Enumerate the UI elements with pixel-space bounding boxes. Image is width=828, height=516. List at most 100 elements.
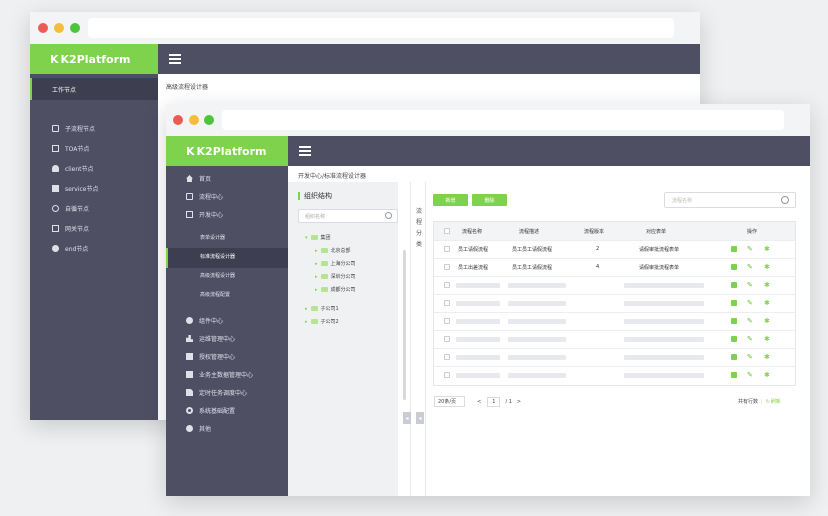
maximize-dot[interactable] [204,115,214,125]
row-checkbox[interactable] [444,372,450,378]
view-icon[interactable] [731,372,737,378]
tree-node-sub2[interactable]: ▸ 子公司2 [305,318,339,326]
edit-icon[interactable]: ✎ [747,300,753,307]
expand-icon[interactable]: ▸ [305,306,308,312]
expand-icon[interactable]: ▸ [315,248,318,254]
row-checkbox[interactable] [444,336,450,342]
row-checkbox[interactable] [444,246,450,252]
menu-icon[interactable] [169,54,181,64]
sub-form-designer[interactable]: 表单设计器 [200,234,225,241]
expand-icon[interactable]: ▸ [315,261,318,267]
expand-icon[interactable]: ▾ [305,235,308,241]
table-row[interactable]: 员工出差流程 员工员工请假流程 4 请假审批流程表单 ✎ ✱ [434,258,795,276]
view-icon[interactable] [731,300,737,306]
vertical-tab-category[interactable]: 流 程 分 类 [415,206,423,250]
delete-button[interactable]: 删除 [472,194,507,206]
view-icon[interactable] [731,264,737,270]
sub-standard-designer[interactable]: 标准流程设计器 [200,253,235,260]
close-dot[interactable] [173,115,183,125]
search-icon[interactable] [781,196,789,204]
menu-icon[interactable] [299,146,311,156]
refresh-button[interactable]: 刷新 [771,398,781,405]
node-end[interactable]: end节点 [52,244,88,253]
view-icon[interactable] [731,246,737,252]
search-icon[interactable] [385,212,392,219]
edit-icon[interactable]: ✎ [747,246,753,253]
row-checkbox[interactable] [444,354,450,360]
minimize-dot[interactable] [189,115,199,125]
row-checkbox[interactable] [444,318,450,324]
nav-system-config[interactable]: 系统基础配置 [186,406,235,415]
tree-scrollbar[interactable] [403,250,406,400]
tree-node-shenzhen[interactable]: ▸ 深圳分公司 [315,273,356,281]
node-toa[interactable]: TOA节点 [52,144,89,153]
sub-advanced-config[interactable]: 高级流程配置 [200,291,230,298]
node-subprocess[interactable]: 子流程节点 [52,124,95,133]
page-number-input[interactable]: 1 [487,396,501,407]
sub-advanced-designer[interactable]: 高级流程设计器 [200,272,235,279]
nav-flow-center[interactable]: 流程中心 [186,192,223,201]
collapse-tree-button[interactable]: ◂ [403,412,411,424]
add-button[interactable]: 新增 [433,194,468,206]
node-client[interactable]: client节点 [52,164,93,173]
gear-icon[interactable]: ✱ [764,372,770,379]
expand-icon[interactable]: ▸ [305,319,308,325]
tree-node-group[interactable]: ▾ 集团 [305,234,331,242]
node-gateway[interactable]: 网关节点 [52,224,89,233]
nav-ops-center[interactable]: 运维管理中心 [186,334,235,343]
edit-icon[interactable]: ✎ [747,372,753,379]
flow-search-input[interactable]: 流程名称 [664,192,796,208]
tree-node-shanghai[interactable]: ▸ 上海分公司 [315,260,356,268]
prev-page-button[interactable]: < [477,399,481,405]
row-checkbox[interactable] [444,282,450,288]
view-icon[interactable] [731,282,737,288]
node-loop[interactable]: 自循节点 [52,204,89,213]
gear-icon[interactable]: ✱ [764,282,770,289]
view-icon[interactable] [731,354,737,360]
nav-other[interactable]: 其他 [186,424,211,433]
close-dot[interactable] [38,23,48,33]
table-row[interactable]: 员工请假流程 员工员工请假流程 2 请假审批流程表单 ✎ ✱ [434,240,795,258]
row-checkbox[interactable] [444,300,450,306]
nav-component-center[interactable]: 组件中心 [186,316,223,325]
expand-icon[interactable]: ▸ [315,274,318,280]
view-icon[interactable] [731,336,737,342]
tree-node-chengdu[interactable]: ▸ 成都分公司 [315,286,356,294]
address-bar[interactable] [222,110,784,130]
gear-icon[interactable]: ✱ [764,300,770,307]
gear-icon[interactable]: ✱ [764,246,770,253]
gear-icon[interactable]: ✱ [764,354,770,361]
node-service[interactable]: service节点 [52,184,99,193]
nav-home[interactable]: 首页 [186,174,211,183]
nav-scheduler[interactable]: 定时任务调度中心 [186,388,247,397]
back-section-header[interactable]: 工作节点 [52,85,76,94]
edit-icon[interactable]: ✎ [747,336,753,343]
placeholder-row[interactable]: ✎ ✱ [434,294,795,312]
placeholder-row[interactable]: ✎ ✱ [434,312,795,330]
collapse-category-button[interactable]: ◂ [416,412,424,424]
view-icon[interactable] [731,318,737,324]
row-checkbox[interactable] [444,264,450,270]
placeholder-row[interactable]: ✎ ✱ [434,348,795,366]
gear-icon[interactable]: ✱ [764,336,770,343]
nav-dev-center[interactable]: 开发中心 [186,210,223,219]
next-page-button[interactable]: > [517,399,521,405]
edit-icon[interactable]: ✎ [747,282,753,289]
edit-icon[interactable]: ✎ [747,318,753,325]
refresh-icon[interactable]: ↻ [766,399,770,405]
minimize-dot[interactable] [54,23,64,33]
placeholder-row[interactable]: ✎ ✱ [434,330,795,348]
gear-icon[interactable]: ✱ [764,318,770,325]
gear-icon[interactable]: ✱ [764,264,770,271]
nav-master-data[interactable]: 业务主数据管理中心 [186,370,253,379]
tree-node-beijing[interactable]: ▸ 北京总部 [315,247,351,255]
maximize-dot[interactable] [70,23,80,33]
expand-icon[interactable]: ▸ [315,287,318,293]
address-bar[interactable] [88,18,674,38]
edit-icon[interactable]: ✎ [747,354,753,361]
org-search-input[interactable]: 组织名称 [298,209,398,223]
edit-icon[interactable]: ✎ [747,264,753,271]
placeholder-row[interactable]: ✎ ✱ [434,276,795,294]
page-size-select[interactable]: 20条/页 [434,396,466,407]
select-all-checkbox[interactable] [444,228,450,234]
